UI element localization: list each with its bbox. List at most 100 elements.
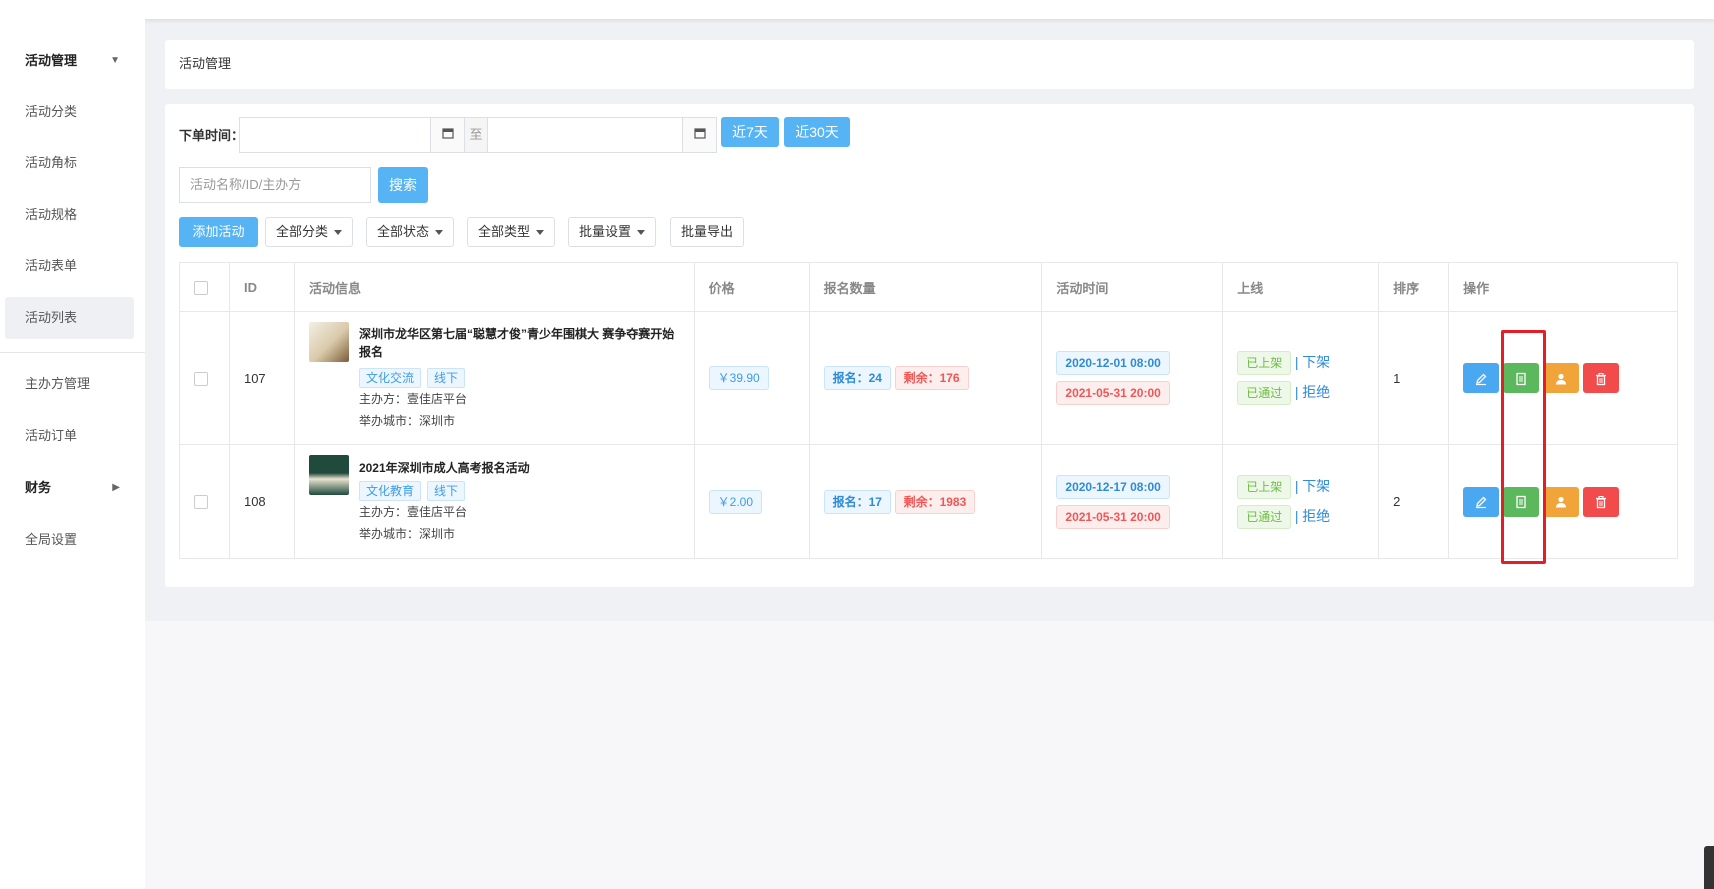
caret-down-icon xyxy=(637,230,646,236)
search-input[interactable]: 活动名称/ID/主办方 xyxy=(179,167,371,203)
column-header-activity-info: 活动信息 xyxy=(293,262,695,312)
time-cell: 2020-12-17 08:00 2021-05-31 20:00 xyxy=(1041,444,1224,559)
remaining-tag: 剩余：176 xyxy=(894,366,969,390)
caret-down-icon xyxy=(334,230,343,236)
row-checkbox[interactable] xyxy=(194,495,208,510)
sidebar-item-global-settings[interactable]: 全局设置 xyxy=(5,519,134,561)
edit-button[interactable] xyxy=(1463,363,1500,393)
column-header-price: 价格 xyxy=(693,262,810,312)
mode-tag: 线下 xyxy=(426,367,465,388)
end-time-tag: 2021-05-31 20:00 xyxy=(1056,381,1170,405)
reject-link[interactable]: 拒绝 xyxy=(1302,384,1330,400)
delete-button[interactable] xyxy=(1583,486,1620,517)
user-button[interactable] xyxy=(1543,486,1580,517)
unlist-link[interactable]: 下架 xyxy=(1302,478,1330,494)
calendar-icon[interactable] xyxy=(682,118,716,152)
start-date-input[interactable] xyxy=(240,118,430,152)
city-text: 举办城市：深圳市 xyxy=(358,413,455,428)
start-time-tag: 2020-12-17 08:00 xyxy=(1056,474,1170,499)
status-dropdown[interactable]: 全部状态 xyxy=(366,217,455,247)
sort-cell: 1 xyxy=(1378,311,1450,445)
listed-status-tag: 已上架 xyxy=(1237,351,1292,375)
edit-button[interactable] xyxy=(1463,486,1500,517)
column-header-id: ID xyxy=(228,262,295,312)
column-header-actions: 操作 xyxy=(1448,262,1678,312)
breadcrumb-card: 活动管理 xyxy=(165,40,1694,89)
edit-icon xyxy=(1476,496,1487,509)
column-header-signup-count: 报名数量 xyxy=(808,262,1043,312)
category-dropdown[interactable]: 全部分类 xyxy=(265,217,354,247)
main-card: 下单时间： 至 近7天 近30天 活动名称/ID/主办方 搜索 添加活动 全部分… xyxy=(165,104,1694,587)
calendar-icon[interactable] xyxy=(430,118,464,152)
sidebar-item-activity-list[interactable]: 活动列表 xyxy=(5,297,134,339)
sidebar-item-label: 活动规格 xyxy=(25,207,78,222)
add-activity-button[interactable]: 添加活动 xyxy=(179,217,258,247)
row-select-cell xyxy=(179,444,230,559)
row-select-cell xyxy=(179,311,230,445)
sidebar-item-activity-badge[interactable]: 活动角标 xyxy=(5,142,134,184)
activity-title[interactable]: 深圳市龙华区第七届“聪慧才俊”青少年围棋大 赛争夺赛开始报名 xyxy=(359,325,680,361)
activity-thumbnail[interactable] xyxy=(308,455,349,495)
table-row: 108 2021年深圳市成人高考报名活动 文化教育 线下 主办方：壹佳店平台 举办… xyxy=(179,444,1678,559)
sidebar-item-organizer[interactable]: 主办方管理 xyxy=(5,363,134,405)
dropdown-label: 全部分类 xyxy=(276,224,329,239)
sidebar-item-activity-spec[interactable]: 活动规格 xyxy=(5,194,134,236)
sidebar-item-label: 财务 xyxy=(25,480,52,495)
end-time-tag: 2021-05-31 20:00 xyxy=(1056,504,1170,529)
organizer-text: 主办方：壹佳店平台 xyxy=(358,504,467,519)
unlist-link[interactable]: 下架 xyxy=(1302,354,1330,370)
sidebar-group-activity-management[interactable]: 活动管理 ▼ xyxy=(5,40,134,82)
column-header-sort: 排序 xyxy=(1378,262,1450,312)
activity-info-cell: 深圳市龙华区第七届“聪慧才俊”青少年围棋大 赛争夺赛开始报名 文化交流 线下 主办… xyxy=(293,311,695,445)
signup-count-tag: 报名：24 xyxy=(823,366,891,390)
category-tag: 文化交流 xyxy=(358,367,421,388)
user-icon xyxy=(1556,496,1567,508)
separator: | xyxy=(1294,507,1299,524)
sidebar-item-label: 活动分类 xyxy=(25,104,78,119)
price-tag: ￥2.00 xyxy=(708,489,762,514)
select-all-checkbox[interactable] xyxy=(194,280,208,295)
reject-link[interactable]: 拒绝 xyxy=(1302,508,1330,524)
main-footer-area xyxy=(145,621,1714,889)
mode-tag: 线下 xyxy=(426,480,465,501)
delete-button[interactable] xyxy=(1583,363,1620,393)
last-30-days-button[interactable]: 近30天 xyxy=(784,117,850,147)
dropdown-label: 全部状态 xyxy=(377,224,430,239)
edit-icon xyxy=(1476,373,1487,385)
caret-right-icon: ▶ xyxy=(112,482,120,493)
activity-info-cell: 2021年深圳市成人高考报名活动 文化教育 线下 主办方：壹佳店平台 举办城市：深… xyxy=(293,444,695,559)
sidebar-item-activity-orders[interactable]: 活动订单 xyxy=(5,415,134,457)
sort-cell: 2 xyxy=(1378,444,1450,559)
user-icon xyxy=(1556,373,1567,385)
sidebar-item-label: 活动管理 xyxy=(25,53,78,68)
caret-down-icon: ▼ xyxy=(110,55,120,66)
separator: | xyxy=(1294,384,1299,400)
row-checkbox[interactable] xyxy=(194,371,208,386)
sidebar-item-label: 主办方管理 xyxy=(25,376,91,391)
activity-thumbnail[interactable] xyxy=(308,322,349,362)
sidebar-item-activity-category[interactable]: 活动分类 xyxy=(5,91,134,133)
approved-status-tag: 已通过 xyxy=(1237,381,1292,405)
activity-title[interactable]: 2021年深圳市成人高考报名活动 xyxy=(359,459,680,477)
date-range-separator: 至 xyxy=(464,118,488,152)
user-button[interactable] xyxy=(1543,363,1580,393)
sidebar-group-finance[interactable]: 财务 ▶ xyxy=(5,467,134,509)
caret-down-icon xyxy=(536,230,545,236)
city-text: 举办城市：深圳市 xyxy=(358,526,455,541)
caret-down-icon xyxy=(435,230,444,236)
sidebar-item-activity-form[interactable]: 活动表单 xyxy=(5,245,134,287)
batch-settings-dropdown[interactable]: 批量设置 xyxy=(568,217,657,247)
type-dropdown[interactable]: 全部类型 xyxy=(467,217,556,247)
sidebar-item-label: 全局设置 xyxy=(25,532,78,547)
end-date-input[interactable] xyxy=(488,118,684,152)
batch-export-button[interactable]: 批量导出 xyxy=(670,217,745,247)
actions-cell xyxy=(1448,311,1678,445)
dropdown-label: 全部类型 xyxy=(478,224,531,239)
start-time-tag: 2020-12-01 08:00 xyxy=(1056,351,1170,375)
trash-icon xyxy=(1596,496,1607,509)
scrollbar-handle[interactable] xyxy=(1704,846,1714,889)
last-7-days-button[interactable]: 近7天 xyxy=(721,117,779,147)
separator: | xyxy=(1294,354,1299,370)
search-button[interactable]: 搜索 xyxy=(378,167,428,203)
sidebar-item-label: 活动订单 xyxy=(25,428,78,443)
